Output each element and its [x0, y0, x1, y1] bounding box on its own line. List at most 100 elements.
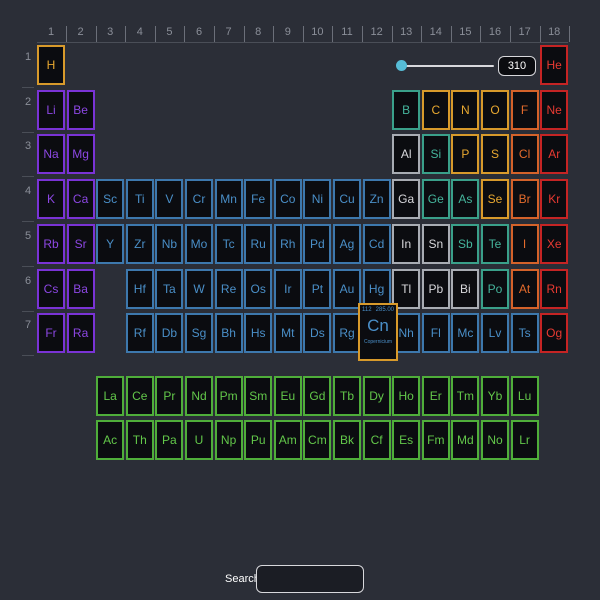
slider-track[interactable]	[400, 65, 494, 67]
element-lv[interactable]: Lv	[481, 313, 509, 354]
element-v[interactable]: V	[155, 179, 184, 220]
element-mt[interactable]: Mt	[273, 313, 302, 354]
element-os[interactable]: Os	[244, 268, 273, 309]
element-w[interactable]: W	[185, 268, 213, 309]
element-np[interactable]: Np	[214, 420, 243, 460]
element-fe[interactable]: Fe	[244, 179, 273, 220]
element-li[interactable]: Li	[37, 89, 65, 130]
element-ti[interactable]: Ti	[125, 179, 154, 220]
element-lu[interactable]: Lu	[510, 376, 539, 416]
element-cn-detail-card[interactable]: 112 285.00 Cn Copernicium	[358, 303, 398, 361]
element-ac[interactable]: Ac	[96, 420, 125, 460]
element-cr[interactable]: Cr	[185, 179, 213, 220]
element-tc[interactable]: Tc	[214, 223, 243, 264]
element-pb[interactable]: Pb	[421, 268, 450, 309]
element-rf[interactable]: Rf	[125, 313, 154, 354]
element-eu[interactable]: Eu	[273, 376, 302, 416]
element-ru[interactable]: Ru	[244, 223, 273, 264]
element-fr[interactable]: Fr	[37, 313, 65, 354]
element-am[interactable]: Am	[273, 420, 302, 460]
element-h[interactable]: H	[37, 45, 65, 85]
element-xe[interactable]: Xe	[540, 223, 569, 264]
element-ra[interactable]: Ra	[66, 313, 95, 354]
element-hs[interactable]: Hs	[244, 313, 273, 354]
element-ga[interactable]: Ga	[392, 179, 421, 220]
element-sg[interactable]: Sg	[185, 313, 213, 354]
element-pr[interactable]: Pr	[155, 376, 184, 416]
element-pd[interactable]: Pd	[303, 223, 332, 264]
element-bk[interactable]: Bk	[333, 420, 361, 460]
element-dy[interactable]: Dy	[362, 376, 391, 416]
element-cl[interactable]: Cl	[510, 134, 539, 175]
element-og[interactable]: Og	[540, 313, 569, 354]
element-k[interactable]: K	[37, 179, 65, 220]
element-o[interactable]: O	[481, 89, 509, 130]
element-b[interactable]: B	[392, 89, 421, 130]
element-he[interactable]: He	[540, 45, 569, 85]
element-as[interactable]: As	[451, 179, 480, 220]
element-cd[interactable]: Cd	[362, 223, 391, 264]
element-p[interactable]: P	[451, 134, 480, 175]
element-la[interactable]: La	[96, 376, 125, 416]
element-pm[interactable]: Pm	[214, 376, 243, 416]
element-fl[interactable]: Fl	[421, 313, 450, 354]
element-sr[interactable]: Sr	[66, 223, 95, 264]
element-rg[interactable]: Rg	[333, 313, 361, 354]
element-u[interactable]: U	[185, 420, 213, 460]
element-c[interactable]: C	[421, 89, 450, 130]
element-al[interactable]: Al	[392, 134, 421, 175]
element-pt[interactable]: Pt	[303, 268, 332, 309]
element-mo[interactable]: Mo	[185, 223, 213, 264]
element-hf[interactable]: Hf	[125, 268, 154, 309]
element-mn[interactable]: Mn	[214, 179, 243, 220]
element-ds[interactable]: Ds	[303, 313, 332, 354]
element-zn[interactable]: Zn	[362, 179, 391, 220]
element-bi[interactable]: Bi	[451, 268, 480, 309]
element-pu[interactable]: Pu	[244, 420, 273, 460]
element-ce[interactable]: Ce	[125, 376, 154, 416]
element-si[interactable]: Si	[421, 134, 450, 175]
element-po[interactable]: Po	[481, 268, 509, 309]
element-bh[interactable]: Bh	[214, 313, 243, 354]
element-at[interactable]: At	[510, 268, 539, 309]
element-th[interactable]: Th	[125, 420, 154, 460]
slider-thumb[interactable]	[396, 60, 407, 71]
element-sb[interactable]: Sb	[451, 223, 480, 264]
element-ge[interactable]: Ge	[421, 179, 450, 220]
element-in[interactable]: In	[392, 223, 421, 264]
element-rn[interactable]: Rn	[540, 268, 569, 309]
element-f[interactable]: F	[510, 89, 539, 130]
slider-value-box[interactable]: 310	[498, 56, 536, 76]
element-ag[interactable]: Ag	[333, 223, 361, 264]
element-gd[interactable]: Gd	[303, 376, 332, 416]
element-pa[interactable]: Pa	[155, 420, 184, 460]
element-cu[interactable]: Cu	[333, 179, 361, 220]
element-lr[interactable]: Lr	[510, 420, 539, 460]
element-ta[interactable]: Ta	[155, 268, 184, 309]
element-te[interactable]: Te	[481, 223, 509, 264]
element-br[interactable]: Br	[510, 179, 539, 220]
element-ts[interactable]: Ts	[510, 313, 539, 354]
element-s[interactable]: S	[481, 134, 509, 175]
element-db[interactable]: Db	[155, 313, 184, 354]
element-cf[interactable]: Cf	[362, 420, 391, 460]
element-be[interactable]: Be	[66, 89, 95, 130]
element-ni[interactable]: Ni	[303, 179, 332, 220]
element-ho[interactable]: Ho	[392, 376, 421, 416]
element-fm[interactable]: Fm	[421, 420, 450, 460]
element-er[interactable]: Er	[421, 376, 450, 416]
element-nd[interactable]: Nd	[185, 376, 213, 416]
element-no[interactable]: No	[481, 420, 509, 460]
element-sc[interactable]: Sc	[96, 179, 125, 220]
element-md[interactable]: Md	[451, 420, 480, 460]
element-na[interactable]: Na	[37, 134, 65, 175]
element-rh[interactable]: Rh	[273, 223, 302, 264]
element-cs[interactable]: Cs	[37, 268, 65, 309]
element-zr[interactable]: Zr	[125, 223, 154, 264]
element-mc[interactable]: Mc	[451, 313, 480, 354]
search-input[interactable]	[256, 565, 364, 593]
element-se[interactable]: Se	[481, 179, 509, 220]
element-ir[interactable]: Ir	[273, 268, 302, 309]
element-cm[interactable]: Cm	[303, 420, 332, 460]
element-n[interactable]: N	[451, 89, 480, 130]
